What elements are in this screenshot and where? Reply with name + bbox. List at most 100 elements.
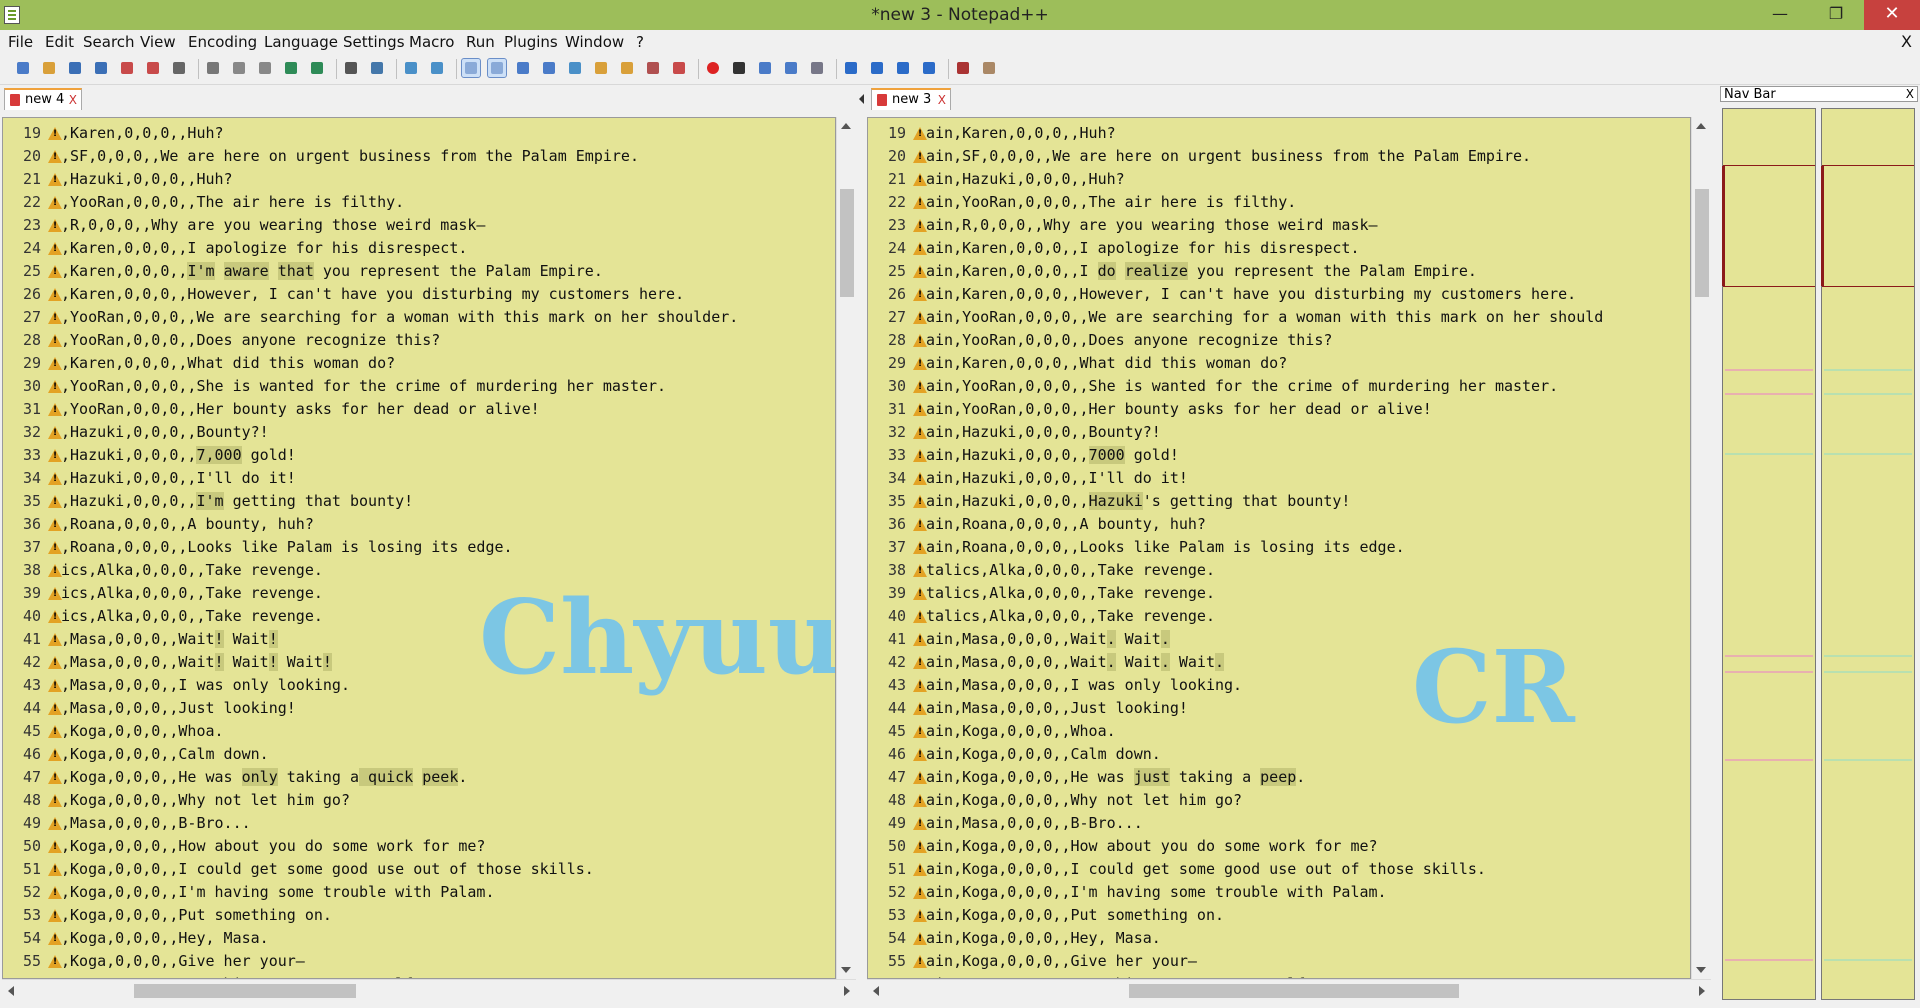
tab-new-3[interactable]: new 3 X xyxy=(871,88,951,110)
indent-guide-icon[interactable] xyxy=(566,59,584,77)
zoom-in-icon[interactable] xyxy=(402,59,420,77)
line-text: ain,Koga,0,0,0,,Whoa. xyxy=(926,720,1116,743)
close-icon[interactable] xyxy=(118,59,136,77)
record-macro-icon[interactable] xyxy=(704,59,722,77)
close-window-button[interactable]: ✕ xyxy=(1864,0,1920,30)
save-icon[interactable] xyxy=(66,59,84,77)
scroll-thumb[interactable] xyxy=(1695,189,1709,297)
scroll-left-icon[interactable] xyxy=(873,986,879,996)
right-vertical-scrollbar[interactable] xyxy=(1691,117,1711,979)
spell-check-icon[interactable] xyxy=(954,59,972,77)
folder-workspace-icon[interactable] xyxy=(644,59,662,77)
line-number: 35 xyxy=(887,492,906,510)
compare-last-icon[interactable] xyxy=(920,59,938,77)
tab-close-button[interactable]: X xyxy=(69,90,77,110)
redo-icon[interactable] xyxy=(308,59,326,77)
text-segment: ain,Koga,0,0,0,,Hey, Masa. xyxy=(926,929,1161,947)
cut-icon[interactable] xyxy=(204,59,222,77)
nav-bar-view-region[interactable] xyxy=(1722,165,1815,287)
stop-record-icon[interactable] xyxy=(730,59,748,77)
minimize-button[interactable]: — xyxy=(1752,0,1808,30)
undo-icon[interactable] xyxy=(282,59,300,77)
copy-icon[interactable] xyxy=(230,59,248,77)
word-wrap-icon[interactable] xyxy=(514,59,532,77)
toolbar-separator xyxy=(836,59,837,79)
warning-icon xyxy=(48,863,62,876)
function-list-icon[interactable] xyxy=(618,59,636,77)
sync-horizontal-icon[interactable] xyxy=(487,58,507,78)
scroll-down-icon[interactable] xyxy=(1696,967,1706,973)
warning-icon xyxy=(48,771,62,784)
paste-icon[interactable] xyxy=(256,59,274,77)
menu-help[interactable]: ? xyxy=(636,33,644,51)
save-all-icon[interactable] xyxy=(92,59,110,77)
scroll-thumb[interactable] xyxy=(1129,984,1459,998)
right-horizontal-scrollbar[interactable] xyxy=(867,979,1711,1001)
line-text: ,Hazuki,0,0,0,,I'll do it! xyxy=(61,467,296,490)
tab-new-4[interactable]: new 4 X xyxy=(4,88,82,110)
find-icon[interactable] xyxy=(342,59,360,77)
warning-icon xyxy=(913,771,927,784)
scroll-thumb[interactable] xyxy=(134,984,356,998)
menu-settings[interactable]: Settings xyxy=(343,33,405,51)
left-horizontal-scrollbar[interactable] xyxy=(2,979,856,1001)
nav-bar-right-column[interactable] xyxy=(1821,108,1915,1000)
nav-bar-view-region[interactable] xyxy=(1821,165,1914,287)
save-macro-icon[interactable] xyxy=(808,59,826,77)
scroll-thumb[interactable] xyxy=(840,189,854,297)
menu-encoding[interactable]: Encoding xyxy=(188,33,257,51)
replace-icon[interactable] xyxy=(368,59,386,77)
scroll-right-icon[interactable] xyxy=(1699,986,1705,996)
menu-macro[interactable]: Macro xyxy=(409,33,454,51)
scroll-down-icon[interactable] xyxy=(841,967,851,973)
close-document-button[interactable]: X xyxy=(1901,32,1912,51)
menu-plugins[interactable]: Plugins xyxy=(504,33,558,51)
warning-icon xyxy=(48,242,62,255)
doc-map-icon[interactable] xyxy=(592,59,610,77)
scroll-left-icon[interactable] xyxy=(8,986,14,996)
maximize-button[interactable]: ❐ xyxy=(1808,0,1864,30)
tab-close-button[interactable]: X xyxy=(938,90,946,110)
view-splitter[interactable] xyxy=(857,86,867,1002)
new-file-icon[interactable] xyxy=(14,59,32,77)
scroll-up-icon[interactable] xyxy=(841,123,851,129)
line-number: 32 xyxy=(887,423,906,441)
diff-highlight: realize xyxy=(1124,262,1188,280)
menu-edit[interactable]: Edit xyxy=(45,33,74,51)
compare-next-icon[interactable] xyxy=(894,59,912,77)
open-file-icon[interactable] xyxy=(40,59,58,77)
sync-vertical-icon[interactable] xyxy=(461,58,481,78)
monitoring-icon[interactable] xyxy=(670,59,688,77)
menu-file[interactable]: File xyxy=(8,33,33,51)
line-number: 50 xyxy=(22,837,41,855)
menu-view[interactable]: View xyxy=(140,33,176,51)
playback-macro-icon[interactable] xyxy=(756,59,774,77)
menu-run[interactable]: Run xyxy=(466,33,495,51)
nav-bar-close-button[interactable]: X xyxy=(1906,87,1914,102)
zoom-out-icon[interactable] xyxy=(428,59,446,77)
left-editor[interactable]: 19 ,Karen,0,0,0,,Huh? 20 ,SF,0,0,0,,We are … xyxy=(2,117,836,979)
line-number: 24 xyxy=(22,239,41,257)
close-all-icon[interactable] xyxy=(144,59,162,77)
warning-icon xyxy=(913,495,927,508)
line-number: 30 xyxy=(22,377,41,395)
line-text: ,Karen,0,0,0,,I'm aware that you represe… xyxy=(61,260,603,283)
scroll-up-icon[interactable] xyxy=(1696,123,1706,129)
show-all-chars-icon[interactable] xyxy=(540,59,558,77)
scroll-right-icon[interactable] xyxy=(844,986,850,996)
text-segment: ,Koga,0,0,0,,Hey, Masa. xyxy=(61,929,269,947)
run-macro-multiple-icon[interactable] xyxy=(782,59,800,77)
nav-bar-title-text: Nav Bar xyxy=(1724,87,1776,102)
right-editor[interactable]: 19 ain,Karen,0,0,0,,Huh? 20 ain,SF,0,0,0,,W… xyxy=(867,117,1691,979)
nav-bar-left-column[interactable] xyxy=(1722,108,1816,1000)
menu-window[interactable]: Window xyxy=(565,33,624,51)
left-vertical-scrollbar[interactable] xyxy=(836,117,856,979)
menu-search[interactable]: Search xyxy=(83,33,135,51)
print-icon[interactable] xyxy=(170,59,188,77)
warning-icon xyxy=(913,541,927,554)
compare-prev-icon[interactable] xyxy=(868,59,886,77)
line-text: ,Masa,0,0,0,,Just looking! xyxy=(61,697,296,720)
plugin-icon[interactable] xyxy=(980,59,998,77)
menu-language[interactable]: Language xyxy=(264,33,338,51)
compare-first-icon[interactable] xyxy=(842,59,860,77)
